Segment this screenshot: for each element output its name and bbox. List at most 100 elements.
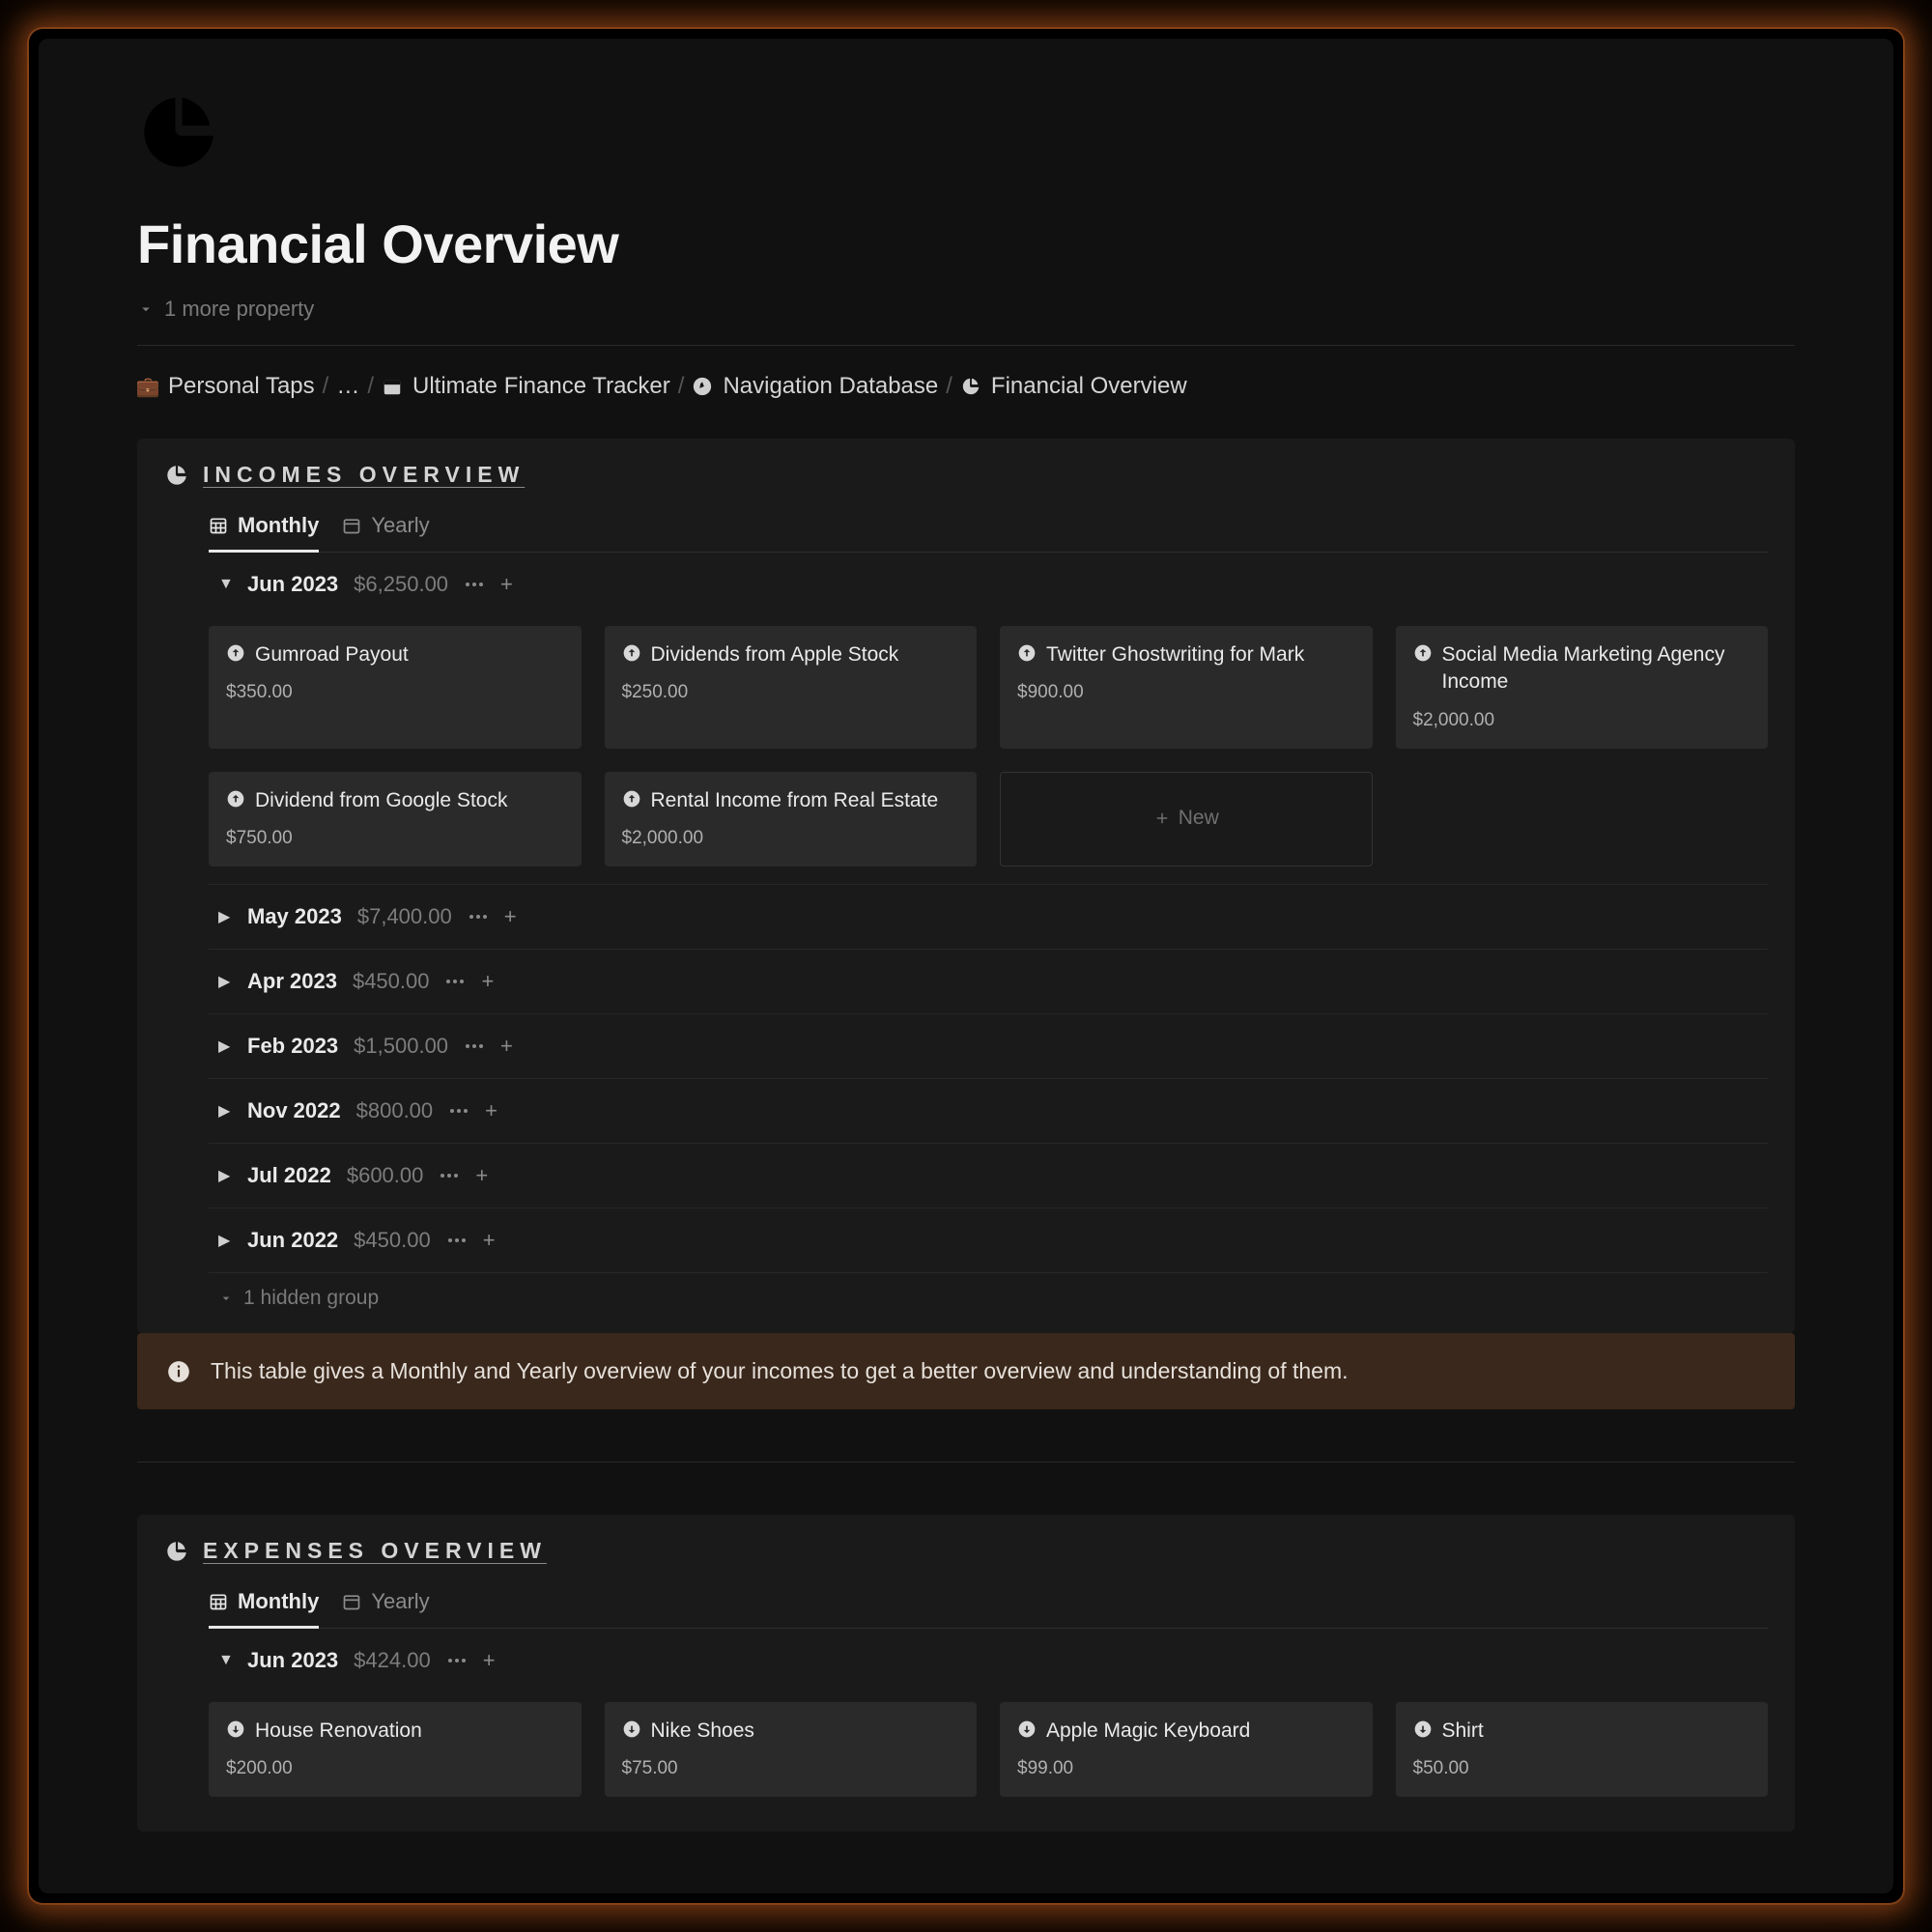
page-title: Financial Overview	[137, 213, 1795, 275]
card-amount: $350.00	[226, 682, 564, 703]
card-title: House Renovation	[255, 1718, 422, 1745]
more-icon[interactable]	[464, 582, 485, 586]
caret-right-icon: ▶	[218, 1166, 232, 1185]
group-total: $1,500.00	[354, 1034, 448, 1059]
group-header-jun-2023[interactable]: ▼ Jun 2023 $6,250.00 +	[209, 553, 1768, 616]
breadcrumb: 💼 Personal Taps / … / Ultimate Finance T…	[137, 346, 1795, 439]
breadcrumb-item[interactable]: …	[336, 373, 359, 400]
group-name: Jun 2023	[247, 1648, 338, 1673]
pie-chart-icon	[960, 376, 981, 397]
breadcrumb-label: Navigation Database	[723, 373, 938, 400]
more-icon[interactable]	[464, 1044, 485, 1048]
group-name: Jun 2023	[247, 572, 338, 597]
tab-yearly[interactable]: Yearly	[342, 503, 429, 553]
divider	[137, 1462, 1795, 1463]
group-header[interactable]: ▶Jul 2022$600.00+	[209, 1144, 1768, 1208]
caret-down-icon: ▼	[218, 1652, 232, 1669]
more-icon[interactable]	[439, 1174, 460, 1178]
expense-card[interactable]: Nike Shoes$75.00	[605, 1702, 978, 1797]
breadcrumb-item[interactable]: Financial Overview	[960, 373, 1187, 400]
income-card[interactable]: Twitter Ghostwriting for Mark$900.00	[1000, 626, 1373, 749]
incomes-tabs: Monthly Yearly	[209, 503, 1768, 553]
expenses-tabs: Monthly Yearly	[209, 1579, 1768, 1629]
card-amount: $50.00	[1413, 1758, 1751, 1779]
tab-monthly[interactable]: Monthly	[209, 1579, 319, 1629]
breadcrumb-item[interactable]: 💼 Personal Taps	[137, 373, 315, 400]
new-card-button[interactable]: New	[1000, 772, 1373, 867]
calendar-grid-icon	[209, 1592, 228, 1611]
breadcrumb-item[interactable]: Ultimate Finance Tracker	[382, 373, 670, 400]
compass-icon	[692, 376, 713, 397]
expense-card[interactable]: House Renovation$200.00	[209, 1702, 582, 1797]
breadcrumb-label: Personal Taps	[168, 373, 315, 400]
group-header[interactable]: ▶Nov 2022$800.00+	[209, 1079, 1768, 1144]
more-icon[interactable]	[444, 980, 466, 983]
breadcrumb-item[interactable]: Navigation Database	[692, 373, 938, 400]
card-amount: $75.00	[622, 1758, 960, 1779]
income-card[interactable]: Dividend from Google Stock$750.00	[209, 772, 582, 867]
more-icon[interactable]	[448, 1109, 469, 1113]
group-header-jun-2023[interactable]: ▼ Jun 2023 $424.00 +	[209, 1629, 1768, 1692]
plus-icon	[1153, 810, 1171, 827]
breadcrumb-separator: /	[323, 373, 329, 400]
income-card[interactable]: Rental Income from Real Estate $2,000.00	[605, 772, 978, 867]
income-card[interactable]: Gumroad Payout$350.00	[209, 626, 582, 749]
group-header[interactable]: ▶May 2023$7,400.00+	[209, 885, 1768, 950]
hidden-groups-toggle[interactable]: 1 hidden group	[209, 1273, 1768, 1316]
add-button[interactable]: +	[504, 906, 517, 927]
tab-label: Monthly	[238, 513, 319, 538]
expense-card[interactable]: Shirt$50.00	[1396, 1702, 1769, 1797]
group-name: Jul 2022	[247, 1163, 331, 1188]
more-properties-toggle[interactable]: 1 more property	[137, 297, 1795, 346]
arrow-up-circle-icon	[226, 789, 245, 809]
tab-label: Yearly	[371, 1589, 429, 1614]
caret-right-icon: ▶	[218, 1231, 232, 1250]
calendar-icon	[342, 1592, 361, 1611]
section-title[interactable]: INCOMES OVERVIEW	[203, 462, 525, 488]
incomes-section: INCOMES OVERVIEW Monthly Yearly ▼ Jun 20…	[137, 439, 1795, 1333]
arrow-up-circle-icon	[622, 643, 641, 663]
add-button[interactable]: +	[500, 1036, 513, 1057]
card-title: Dividends from Apple Stock	[651, 641, 899, 668]
info-banner: This table gives a Monthly and Yearly ov…	[137, 1333, 1795, 1409]
new-label: New	[1179, 807, 1219, 830]
section-title[interactable]: EXPENSES OVERVIEW	[203, 1538, 547, 1564]
income-card[interactable]: Social Media Marketing Agency Income$2,0…	[1396, 626, 1769, 749]
breadcrumb-label: Ultimate Finance Tracker	[412, 373, 670, 400]
group-total: $450.00	[353, 969, 430, 994]
add-button[interactable]: +	[475, 1165, 488, 1186]
more-icon[interactable]	[446, 1238, 468, 1242]
info-icon	[166, 1359, 191, 1384]
breadcrumb-label: Financial Overview	[991, 373, 1187, 400]
group-name: May 2023	[247, 904, 342, 929]
breadcrumb-separator: /	[367, 373, 374, 400]
card-title: Dividend from Google Stock	[255, 787, 507, 814]
more-icon[interactable]	[446, 1659, 468, 1662]
add-button[interactable]: +	[485, 1100, 497, 1122]
group-header[interactable]: ▶Feb 2023$1,500.00+	[209, 1014, 1768, 1079]
add-button[interactable]: +	[483, 1650, 496, 1671]
tab-yearly[interactable]: Yearly	[342, 1579, 429, 1629]
calendar-grid-icon	[209, 516, 228, 535]
income-card[interactable]: Dividends from Apple Stock$250.00	[605, 626, 978, 749]
add-button[interactable]: +	[481, 971, 494, 992]
card-amount: $900.00	[1017, 682, 1355, 703]
arrow-down-circle-icon	[1017, 1719, 1037, 1739]
arrow-down-circle-icon	[1413, 1719, 1433, 1739]
tab-monthly[interactable]: Monthly	[209, 503, 319, 553]
group-header[interactable]: ▶Jun 2022$450.00+	[209, 1208, 1768, 1273]
card-title: Rental Income from Real Estate	[651, 787, 939, 814]
group-total: $6,250.00	[354, 572, 448, 597]
more-icon[interactable]	[468, 915, 489, 919]
pie-chart-icon	[137, 91, 220, 174]
expense-card[interactable]: Apple Magic Keyboard$99.00	[1000, 1702, 1373, 1797]
add-button[interactable]: +	[483, 1230, 496, 1251]
tab-label: Yearly	[371, 513, 429, 538]
card-amount: $2,000.00	[622, 828, 960, 849]
group-header[interactable]: ▶Apr 2023$450.00+	[209, 950, 1768, 1014]
group-total: $424.00	[354, 1648, 431, 1673]
pie-chart-icon	[164, 1539, 189, 1564]
breadcrumb-separator: /	[678, 373, 685, 400]
add-button[interactable]: +	[500, 574, 513, 595]
info-text: This table gives a Monthly and Yearly ov…	[211, 1358, 1349, 1384]
